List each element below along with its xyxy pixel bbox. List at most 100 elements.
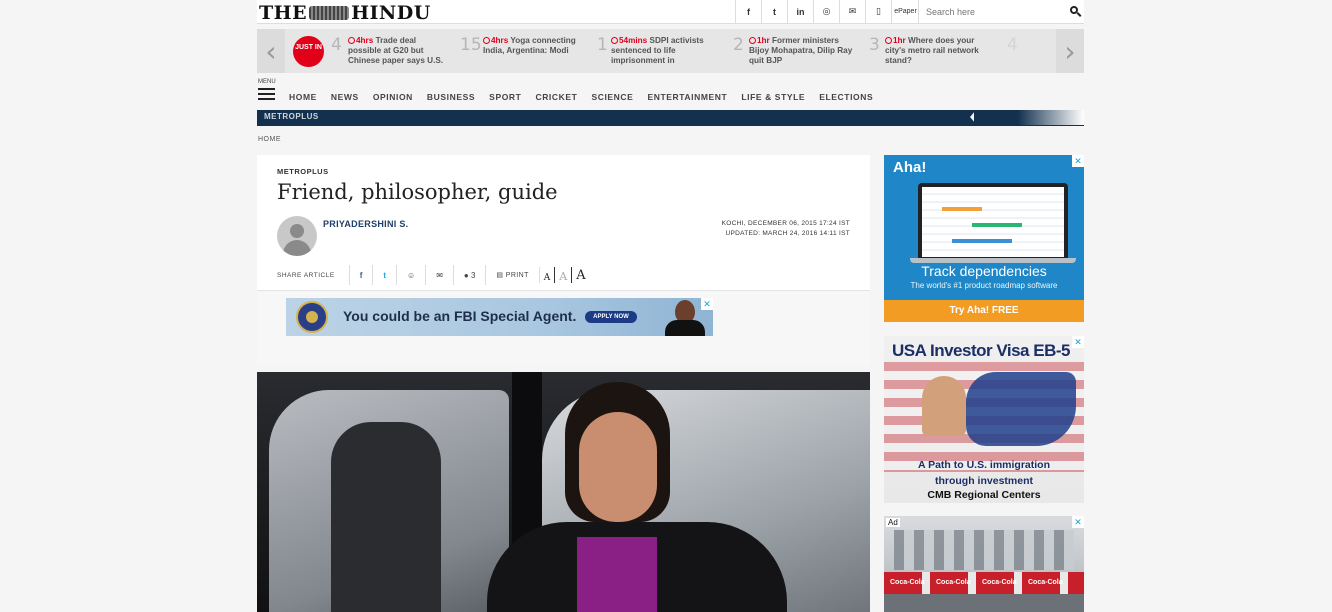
share-reddit-icon[interactable]: ☺ — [396, 265, 425, 285]
fbi-seal-icon — [296, 301, 328, 333]
menu-label: MENU — [258, 79, 276, 85]
article-section[interactable]: METROPLUS — [277, 167, 329, 176]
nav-item-news[interactable]: NEWS — [331, 92, 359, 102]
ticker-item-time: 1hr — [757, 36, 770, 45]
just-in-ticker: ‹ JUST IN 4 4hrs Trade deal possible at G… — [257, 29, 1084, 73]
instagram-icon[interactable]: ◎ — [813, 0, 839, 23]
search-box — [918, 0, 1084, 23]
ticker-item-number: 2 — [733, 35, 744, 55]
nav-item-home[interactable]: HOME — [289, 92, 317, 102]
search-input[interactable] — [919, 0, 1059, 23]
section-bar: METROPLUS — [257, 110, 1084, 125]
just-in-badge: JUST IN — [293, 36, 324, 67]
share-twitter-icon[interactable]: t — [372, 265, 396, 285]
visa-ad-title: USA Investor Visa EB-5 — [892, 341, 1070, 360]
coca-cola-ad[interactable]: Coca-Cola Coca-Cola Coca-Cola Coca-Cola … — [884, 516, 1084, 612]
nav-item-cricket[interactable]: CRICKET — [535, 92, 577, 102]
section-bar-label[interactable]: METROPLUS — [264, 112, 319, 121]
nav-item-elections[interactable]: ELECTIONS — [819, 92, 873, 102]
linkedin-icon[interactable]: in — [787, 0, 813, 23]
mail-icon[interactable]: ✉ — [839, 0, 865, 23]
logo-text-the: THE — [259, 2, 308, 24]
ad-close-icon[interactable]: ✕ — [1072, 516, 1084, 528]
epaper-link[interactable]: ePaper — [891, 0, 919, 23]
person-face — [579, 412, 657, 522]
factory-floor — [884, 594, 1084, 612]
twitter-icon[interactable]: t — [761, 0, 787, 23]
comments-button[interactable]: ● 3 — [452, 265, 486, 285]
fbi-apply-button[interactable]: APPLY NOW — [585, 311, 637, 323]
article-hero-image — [257, 372, 870, 612]
ticker-item[interactable]: 1 54mins SDPI activists sentenced to life… — [597, 35, 722, 69]
article-header-card: METROPLUS Friend, philosopher, guide PRI… — [257, 155, 870, 365]
facebook-icon[interactable]: f — [735, 0, 761, 23]
coca-cola-crates-image: Coca-Cola Coca-Cola Coca-Cola Coca-Cola — [884, 572, 1084, 594]
ticker-item-number: 1 — [597, 35, 608, 55]
visa-ad-line3: CMB Regional Centers — [927, 489, 1041, 501]
fbi-banner-ad[interactable]: You could be an FBI Special Agent. APPLY… — [286, 298, 713, 336]
print-icon: ▤ — [496, 272, 506, 279]
ticker-item-time: 54mins — [619, 36, 648, 45]
ad-close-icon[interactable]: ✕ — [1072, 336, 1084, 348]
aha-logo: Aha! — [893, 159, 927, 176]
breadcrumb[interactable]: HOME — [258, 136, 281, 143]
car-seat — [331, 422, 441, 612]
ticker-item[interactable]: 4 4hrs Trade deal possible at G20 but Chi… — [331, 35, 451, 69]
avatar-head-icon — [290, 224, 304, 238]
ticker-item-number: 15 — [460, 35, 482, 55]
font-size-medium-button[interactable]: A — [554, 267, 571, 283]
author-avatar[interactable] — [277, 216, 317, 256]
ad-close-icon[interactable]: ✕ — [1072, 155, 1084, 167]
aha-cta-button[interactable]: Try Aha! FREE — [884, 300, 1084, 322]
aha-subline: The world's #1 product roadmap software — [910, 281, 1058, 290]
ticker-prev-button[interactable]: ‹ — [257, 29, 285, 73]
print-button[interactable]: ▤ PRINT — [485, 265, 538, 285]
aha-ad[interactable]: Aha! ✕ Track dependencies The world's #1… — [884, 155, 1084, 322]
section-underline — [257, 125, 1084, 126]
ticker-item[interactable]: 3 1hr Where does your city's metro rail n… — [869, 35, 1004, 69]
fbi-ad-text: You could be an FBI Special Agent. — [343, 308, 577, 324]
page: THE HINDU f t in ◎ ✉ ▯ ePaper ‹ JUST IN 4… — [257, 0, 1084, 612]
ticker-item[interactable]: 15 4hrs Yoga connecting India, Argentina:… — [460, 35, 588, 69]
ticker-item-text: 4hrs Yoga connecting India, Argentina: Mo… — [483, 36, 576, 55]
social-links: f t in ◎ ✉ ▯ ePaper — [735, 0, 919, 23]
article-dates: KOCHI, DECEMBER 06, 2015 17:24 IST UPDAT… — [722, 219, 850, 239]
visa-ad-line2: through investment — [934, 475, 1033, 487]
share-label: SHARE ARTICLE — [277, 271, 335, 279]
share-facebook-icon[interactable]: f — [348, 265, 373, 285]
nav-items: HOME NEWS OPINION BUSINESS SPORT CRICKET… — [289, 92, 887, 102]
ad-close-icon[interactable]: ✕ — [701, 298, 713, 310]
section-bar-fade — [974, 110, 1084, 125]
avatar-body-icon — [283, 240, 311, 256]
nav-item-entertainment[interactable]: ENTERTAINMENT — [647, 92, 727, 102]
font-size-large-button[interactable]: A — [571, 267, 589, 283]
article-title: Friend, philosopher, guide — [277, 180, 558, 204]
ticker-item-text: 4hrs Trade deal possible at G20 but Chine… — [348, 36, 444, 65]
main-nav: MENU HOME NEWS OPINION BUSINESS SPORT CR… — [257, 79, 1084, 107]
logo-text-hindu: HINDU — [351, 2, 431, 24]
nav-item-science[interactable]: SCIENCE — [591, 92, 633, 102]
article-dateline: KOCHI, DECEMBER 06, 2015 17:24 IST — [721, 220, 850, 227]
comments-count: 3 — [470, 270, 476, 280]
share-email-icon[interactable]: ✉ — [425, 265, 453, 285]
ticker-item-time: 4hrs — [491, 36, 509, 45]
ticker-item-text: 1hr Former ministers Bijoy Mohapatra, Dil… — [749, 36, 853, 65]
nav-item-sport[interactable]: SPORT — [489, 92, 521, 102]
mobile-icon[interactable]: ▯ — [865, 0, 891, 23]
search-icon[interactable] — [1070, 6, 1078, 14]
site-logo[interactable]: THE HINDU — [259, 2, 431, 24]
ticker-next-button[interactable]: › — [1056, 29, 1084, 73]
clock-icon — [611, 37, 618, 44]
ticker-item-time: 4hrs — [356, 36, 374, 45]
ticker-item-time: 1hr — [893, 36, 906, 45]
ticker-item[interactable]: 2 1hr Former ministers Bijoy Mohapatra, D… — [733, 35, 861, 69]
nav-item-opinion[interactable]: OPINION — [373, 92, 413, 102]
nav-item-life-style[interactable]: LIFE & STYLE — [741, 92, 805, 102]
hamburger-menu-icon[interactable] — [258, 88, 275, 100]
nav-item-business[interactable]: BUSINESS — [427, 92, 475, 102]
font-size-small-button[interactable]: A — [538, 267, 555, 283]
eb5-visa-ad[interactable]: USA Investor Visa EB-5 ✕ A Path to U.S. … — [884, 336, 1084, 503]
author-name[interactable]: PRIYADERSHINI S. — [323, 219, 409, 229]
share-bar: SHARE ARTICLE f t ☺ ✉ ● 3 ▤ PRINT A A A — [277, 264, 590, 286]
ticker-item[interactable]: 4 — [1007, 35, 1037, 69]
